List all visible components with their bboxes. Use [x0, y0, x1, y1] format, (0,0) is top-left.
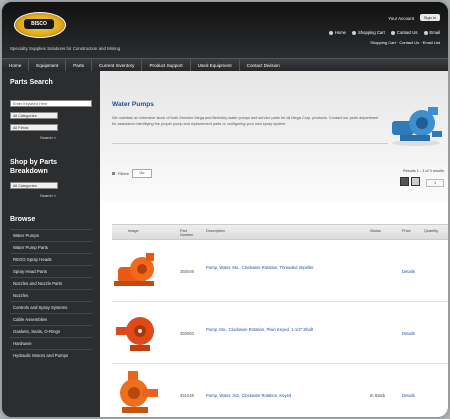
content-divider: [112, 143, 388, 144]
top-link-email[interactable]: Email: [423, 30, 440, 35]
product-description-link[interactable]: Pump, Water, Mo., Clockwise Rotation, Th…: [206, 265, 356, 270]
stock-status: In Stock: [370, 393, 386, 398]
product-description-link[interactable]: Pump, Water, 3x2, Clockwise Rotation, Ke…: [206, 393, 356, 398]
filter-label: Filters: [118, 171, 129, 176]
top-link-home[interactable]: Home: [328, 30, 347, 35]
top-link-label: Email: [429, 30, 440, 35]
site-header: BISCO Specialty Supplies Solutions for C…: [2, 2, 448, 58]
browse-item[interactable]: REGO Spray Heads: [10, 253, 92, 265]
table-row: 350046 Pump, Water, Mo., Clockwise Rotat…: [112, 241, 448, 302]
details-link[interactable]: Details: [402, 393, 415, 398]
table-header: Image Part Number Description Status Pri…: [112, 224, 448, 240]
home-icon: [328, 30, 333, 35]
page-number[interactable]: 1: [426, 179, 444, 187]
part-number: 350046: [180, 269, 194, 274]
grid-view-icon[interactable]: [400, 177, 409, 186]
browse-item[interactable]: Water Pumps: [10, 229, 92, 241]
filter-icon: [112, 172, 115, 175]
browse-item[interactable]: Nozzles and Nozzle Parts: [10, 277, 92, 289]
page-description: We maintain an extensive stock of both G…: [112, 116, 379, 126]
account-label[interactable]: Your Account: [388, 16, 414, 21]
view-toggle: [400, 177, 420, 186]
product-image[interactable]: [112, 307, 162, 359]
top-links: Home Shopping Cart Contact Us Email: [328, 30, 440, 35]
col-description: Description: [206, 229, 225, 233]
top-link-label: Shopping Cart: [358, 30, 385, 35]
browse-item[interactable]: Hardware: [10, 337, 92, 349]
breakdown-select[interactable]: All Categories: [10, 182, 58, 189]
product-description-link[interactable]: Pump, Mo., Clockwise Rotation, Plain Key…: [206, 327, 356, 332]
filter-go-button[interactable]: Go: [131, 169, 152, 178]
part-number: 351048: [180, 393, 194, 398]
pump-hero-image: [392, 107, 442, 146]
browse-item[interactable]: Nozzles: [10, 289, 92, 301]
main-nav: Home Equipment Parts Current Inventory P…: [2, 58, 448, 72]
page-title: Water Pumps: [112, 101, 154, 108]
browse-item[interactable]: Hydraulic Motors and Pumps: [10, 349, 92, 361]
pager-text: Results 1 - 3 of 3 results: [403, 169, 444, 173]
browse-item[interactable]: Controls and Spray Systems: [10, 301, 92, 313]
top-link-cart[interactable]: Shopping Cart: [352, 30, 385, 35]
details-link[interactable]: Details: [402, 331, 415, 336]
col-part-number: Part Number: [180, 229, 194, 237]
keyword-input[interactable]: Enter Keyword Here: [10, 100, 92, 107]
list-view-icon[interactable]: [411, 177, 420, 186]
breakdown-search-button[interactable]: Search »: [40, 193, 100, 198]
phone-icon: [390, 30, 395, 35]
cart-icon: [352, 30, 357, 35]
details-link[interactable]: Details: [402, 269, 415, 274]
browser-frame: BISCO Specialty Supplies Solutions for C…: [2, 2, 448, 417]
signin-button[interactable]: Sign In: [420, 14, 440, 21]
browse-title: Browse: [10, 216, 36, 223]
part-number: 350063: [180, 331, 194, 336]
shop-title-line2: Breakdown: [10, 168, 48, 175]
header-subline: Shopping Cart · Contact Us · Email List: [370, 40, 440, 45]
fields-select[interactable]: All Fields: [10, 124, 58, 131]
col-price: Price: [402, 229, 411, 233]
table-row: 351048 Pump, Water, 3x2, Clockwise Rotat…: [112, 365, 448, 417]
filter-bar: Filters Go: [112, 169, 152, 178]
search-button[interactable]: Search »: [40, 135, 100, 140]
col-status: Status: [370, 229, 381, 233]
shop-title-line1: Shop by Parts: [10, 159, 58, 166]
tagline: Specialty Supplies Solutions for Constru…: [10, 46, 121, 51]
product-image[interactable]: [112, 369, 162, 417]
browse-item[interactable]: Spray Head Parts: [10, 265, 92, 277]
category-select[interactable]: All Categories: [10, 112, 58, 119]
shop-by-breakdown-title: Shop by Parts Breakdown: [2, 158, 100, 176]
parts-search-title: Parts Search: [10, 79, 53, 86]
product-image[interactable]: [112, 245, 162, 297]
col-image: Image: [128, 229, 139, 233]
browse-item[interactable]: Gaskets, Seals, O-Rings: [10, 325, 92, 337]
col-quantity: Quantity: [424, 229, 439, 233]
main-content: Water Pumps We maintain an extensive sto…: [100, 71, 448, 417]
top-link-label: Home: [334, 30, 347, 35]
email-icon: [423, 30, 428, 35]
browse-item[interactable]: Water Pump Parts: [10, 241, 92, 253]
top-link-contact[interactable]: Contact Us: [390, 30, 418, 35]
top-link-label: Contact Us: [396, 30, 418, 35]
site-logo[interactable]: BISCO: [14, 12, 66, 38]
sidebar: Parts Search Enter Keyword Here All Cate…: [2, 71, 100, 417]
browse-item[interactable]: Cable Assemblies: [10, 313, 92, 325]
logo-text: BISCO: [24, 19, 54, 29]
table-row: 350063 Pump, Mo., Clockwise Rotation, Pl…: [112, 303, 448, 364]
